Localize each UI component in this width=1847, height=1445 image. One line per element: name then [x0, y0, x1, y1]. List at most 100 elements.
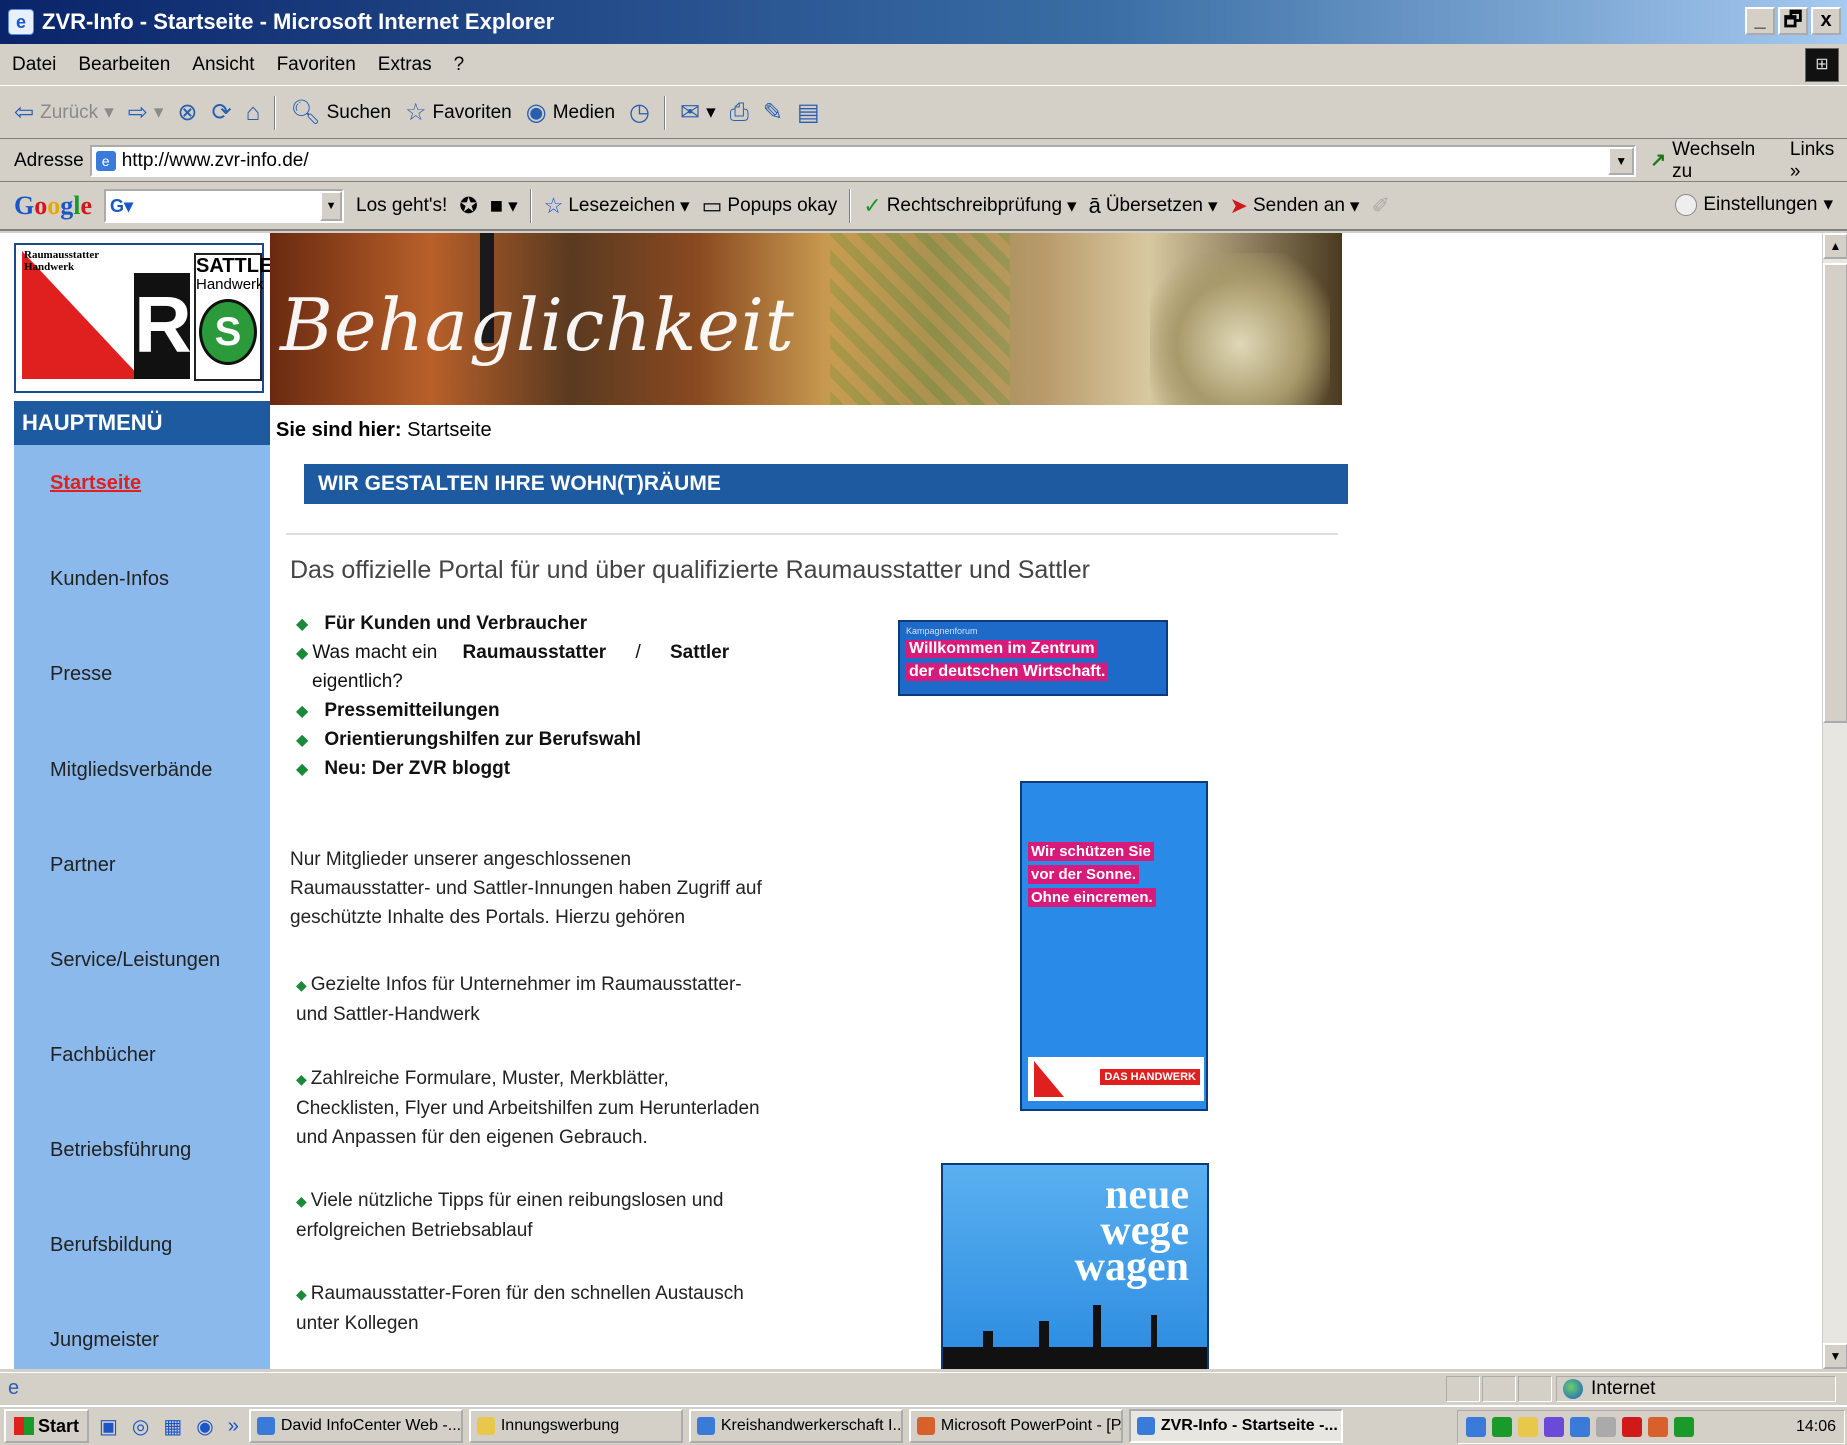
scroll-down-icon[interactable]: ▼	[1823, 1343, 1847, 1369]
menu-help[interactable]: ?	[454, 54, 465, 76]
link-orientierung[interactable]: Orientierungshilfen zur Berufswahl	[324, 729, 641, 750]
nav-startseite[interactable]: Startseite	[50, 472, 141, 495]
nav-partner[interactable]: Partner	[50, 854, 116, 877]
go-button[interactable]: ↗ Wechseln zu	[1650, 139, 1774, 183]
nav-kunden-infos[interactable]: Kunden-Infos	[50, 568, 169, 591]
google-logo-letter: g	[60, 191, 74, 220]
nav-berufsbildung[interactable]: Berufsbildung	[50, 1234, 172, 1257]
restore-button[interactable]: 🗗	[1778, 7, 1808, 35]
minimize-button[interactable]: _	[1745, 7, 1775, 35]
google-search-button[interactable]: Los geht's!	[356, 195, 447, 217]
link-raumausstatter[interactable]: Raumausstatter	[463, 642, 607, 663]
tray-icon[interactable]	[1492, 1417, 1512, 1437]
quicklaunch-more-icon[interactable]: »	[224, 1415, 243, 1438]
favorites-label: Favoriten	[432, 101, 512, 123]
quicklaunch-icon[interactable]: ▣	[95, 1414, 122, 1439]
tray-icon[interactable]	[1674, 1417, 1694, 1437]
bookmarks-label: Lesezeichen	[568, 195, 676, 216]
history-button[interactable]: ◷	[629, 98, 650, 127]
quicklaunch-icon[interactable]: ▦	[159, 1414, 186, 1439]
tray-icon[interactable]	[1648, 1417, 1668, 1437]
link-pressemitteilungen[interactable]: Pressemitteilungen	[324, 700, 499, 721]
links-button[interactable]: Links »	[1790, 139, 1847, 183]
task-button[interactable]: Kreishandwerkerschaft I...	[688, 1409, 903, 1443]
address-input[interactable]: e http://www.zvr-info.de/ ▼	[89, 144, 1637, 177]
menu-datei[interactable]: Datei	[12, 54, 56, 76]
back-button[interactable]: ⇦ Zurück ▾	[14, 98, 114, 127]
tray-icon[interactable]	[1466, 1417, 1486, 1437]
forward-button[interactable]: ⇨ ▾	[128, 98, 164, 127]
nav-betriebsfuehrung[interactable]: Betriebsführung	[50, 1139, 191, 1162]
quicklaunch-icon[interactable]: ◉	[192, 1414, 217, 1439]
bullet-icon: ◆	[296, 1286, 307, 1302]
nav-presse[interactable]: Presse	[50, 663, 112, 686]
ad-poster-sonne[interactable]: Wir schützen Sie vor der Sonne. Ohne ein…	[1020, 781, 1208, 1111]
close-button[interactable]: x	[1811, 7, 1841, 35]
stop-button[interactable]: ⊗	[177, 98, 197, 127]
title-bar[interactable]: e ZVR-Info - Startseite - Microsoft Inte…	[0, 0, 1847, 44]
link-blog[interactable]: Neu: Der ZVR bloggt	[324, 758, 510, 779]
google-search-input[interactable]: G ▾ ▼	[104, 189, 345, 223]
address-dropdown-icon[interactable]: ▼	[1608, 146, 1635, 175]
ad-poster-neue-wege[interactable]: neue wege wagen	[941, 1163, 1209, 1369]
translate-button[interactable]: ā Übersetzen ▾	[1089, 193, 1218, 219]
link-sattler[interactable]: Sattler	[670, 642, 729, 663]
site-logo[interactable]: Raumausstatter Handwerk R SATTLER Handwer…	[14, 243, 287, 393]
link-kunden[interactable]: Für Kunden und Verbraucher	[324, 613, 587, 634]
google-logo[interactable]: Google	[14, 191, 92, 221]
nav-jungmeister[interactable]: Jungmeister	[50, 1329, 159, 1352]
google-pagerank-button[interactable]: ■ ▾	[490, 193, 518, 219]
highlight-button[interactable]: ✐	[1371, 193, 1389, 219]
menu-bearbeiten[interactable]: Bearbeiten	[78, 54, 170, 76]
home-button[interactable]: ⌂	[246, 99, 261, 127]
print-button[interactable]: ⎙	[730, 99, 749, 127]
star-icon: ☆	[543, 193, 564, 218]
settings-button[interactable]: Einstellungen ▾	[1675, 193, 1833, 216]
task-button[interactable]: Innungswerbung	[468, 1409, 683, 1443]
search-button[interactable]: 🔍︎ Suchen	[290, 98, 391, 127]
spellcheck-button[interactable]: ✓ Rechtschreibprüfung ▾	[863, 193, 1076, 219]
menu-extras[interactable]: Extras	[378, 54, 432, 76]
page-status-icon: e	[8, 1377, 20, 1399]
banner-script-text: Behaglichkeit	[280, 283, 795, 367]
discuss-button[interactable]: ▤	[797, 98, 820, 127]
start-button[interactable]: Start	[4, 1409, 90, 1443]
refresh-button[interactable]: ⟳	[212, 98, 232, 127]
task-button[interactable]: David InfoCenter Web -...	[248, 1409, 463, 1443]
edit-button[interactable]: ✎	[763, 98, 783, 127]
quicklaunch-icon[interactable]: ◎	[128, 1414, 153, 1439]
nav-service-leistungen[interactable]: Service/Leistungen	[50, 949, 220, 972]
scroll-thumb[interactable]	[1823, 263, 1847, 723]
popups-button[interactable]: ▭ Popups okay	[702, 193, 838, 219]
nav-fachbuecher[interactable]: Fachbücher	[50, 1044, 156, 1067]
globe-icon	[1563, 1379, 1583, 1399]
favorites-button[interactable]: ☆ Favoriten	[405, 98, 512, 127]
media-button[interactable]: ◉ Medien	[526, 98, 615, 127]
tray-icon[interactable]	[1622, 1417, 1642, 1437]
tray-icon[interactable]	[1518, 1417, 1538, 1437]
ad-banner-kampagnenforum[interactable]: Kampagnenforum Willkommen im Zentrum der…	[898, 620, 1168, 696]
clock: 14:06	[1795, 1418, 1836, 1435]
send-button[interactable]: ➤ Senden an ▾	[1230, 193, 1360, 219]
scroll-up-icon[interactable]: ▲	[1823, 233, 1847, 259]
tray-icon[interactable]	[1570, 1417, 1590, 1437]
was-macht-text: Was macht ein	[312, 642, 438, 663]
tray-icon[interactable]	[1596, 1417, 1616, 1437]
google-news-button[interactable]: ✪	[459, 193, 477, 219]
task-label: ZVR-Info - Startseite -...	[1160, 1417, 1338, 1434]
task-button[interactable]: Microsoft PowerPoint - [P...	[908, 1409, 1123, 1443]
bookmarks-button[interactable]: ☆ Lesezeichen ▾	[544, 193, 690, 219]
menu-bar: Datei Bearbeiten Ansicht Favoriten Extra…	[0, 44, 1847, 86]
windows-logo-icon: ⊞	[1805, 48, 1839, 82]
menu-ansicht[interactable]: Ansicht	[192, 54, 254, 76]
ad-brand: DAS HANDWERK	[1100, 1069, 1200, 1085]
tray-icon[interactable]	[1544, 1417, 1564, 1437]
nav-mitgliedsverbaende[interactable]: Mitgliedsverbände	[50, 759, 212, 782]
menu-favoriten[interactable]: Favoriten	[277, 54, 356, 76]
bullet-icon: ◆	[296, 703, 309, 720]
task-button-active[interactable]: ZVR-Info - Startseite -...	[1128, 1409, 1343, 1443]
mail-button[interactable]: ✉ ▾	[680, 98, 716, 127]
vertical-scrollbar[interactable]: ▲ ▼	[1822, 233, 1847, 1369]
google-dropdown-icon[interactable]: ▼	[320, 191, 343, 221]
forward-arrow-icon: ⇨	[127, 99, 148, 126]
